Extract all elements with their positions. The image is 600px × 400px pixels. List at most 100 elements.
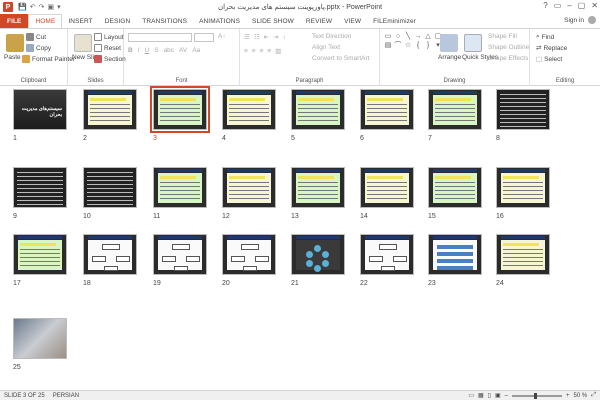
tab-file[interactable]: FILE — [0, 14, 29, 28]
columns-icon[interactable]: ▥ — [275, 47, 281, 55]
paste-icon[interactable] — [6, 34, 24, 52]
slide-thumbnail[interactable] — [428, 167, 482, 208]
start-slideshow-icon[interactable]: ▣ — [47, 3, 54, 11]
zoom-slider[interactable] — [511, 392, 562, 399]
reset-button[interactable]: Reset — [94, 44, 121, 52]
avatar[interactable] — [588, 16, 596, 24]
arrange-button[interactable]: Arrange — [438, 54, 461, 61]
font-size-box[interactable] — [194, 33, 214, 42]
line-shape-icon[interactable]: ╲ — [404, 33, 412, 40]
text-box-icon[interactable]: ▤ — [384, 42, 392, 49]
slide-thumbnail[interactable] — [83, 234, 137, 275]
slide-thumbnail[interactable] — [222, 167, 276, 208]
underline-icon[interactable]: U — [145, 47, 150, 54]
tab-fileminimizer[interactable]: FILEminimizer — [367, 14, 422, 28]
slide-thumbnail[interactable] — [83, 167, 137, 208]
arrange-icon[interactable] — [440, 34, 458, 52]
bold-icon[interactable]: B — [128, 47, 133, 54]
minimize-button[interactable]: – — [567, 1, 571, 10]
shape-outline-button[interactable]: Shape Outline — [488, 44, 529, 51]
new-slide-icon[interactable] — [74, 34, 92, 52]
slide-thumbnail[interactable]: سیستم‌های مدیریت بحران — [13, 89, 67, 130]
quick-styles-icon[interactable] — [464, 34, 482, 52]
customize-qat-icon[interactable]: ▾ — [57, 3, 61, 11]
convert-smartart-button[interactable]: Convert to SmartArt — [312, 55, 369, 62]
increase-indent-icon[interactable]: ⇥ — [273, 33, 278, 41]
slide-thumbnail[interactable] — [83, 89, 137, 130]
reading-view-icon[interactable]: ▯ — [488, 392, 491, 399]
decrease-indent-icon[interactable]: ⇤ — [264, 33, 269, 41]
slide-thumbnail[interactable] — [360, 89, 414, 130]
help-button[interactable]: ? — [543, 1, 547, 10]
line-spacing-icon[interactable]: ↕ — [283, 34, 286, 41]
text-direction-button[interactable]: Text Direction — [312, 33, 351, 40]
char-spacing-icon[interactable]: AV — [179, 47, 187, 54]
bullets-icon[interactable]: ☰ — [244, 33, 250, 41]
numbering-icon[interactable]: ☷ — [254, 33, 260, 41]
slide-thumbnail[interactable] — [496, 234, 550, 275]
copy-button[interactable]: Copy — [26, 44, 51, 52]
align-left-icon[interactable]: ≡ — [244, 48, 248, 55]
grow-font-icon[interactable]: A↑ — [218, 33, 226, 40]
italic-icon[interactable]: I — [138, 47, 140, 54]
ribbon-display-button[interactable]: ▭ — [554, 1, 562, 10]
section-button[interactable]: Section — [94, 55, 126, 63]
slideshow-view-icon[interactable]: ▣ — [495, 392, 501, 399]
language-indicator[interactable]: PERSIAN — [53, 393, 79, 399]
arrow-shape-icon[interactable]: → — [414, 33, 422, 40]
replace-button[interactable]: ⇄ Replace — [536, 44, 567, 53]
tab-design[interactable]: DESIGN — [99, 14, 137, 28]
align-text-button[interactable]: Align Text — [312, 44, 340, 51]
powerpoint-app-icon[interactable]: P — [3, 2, 13, 12]
brace-close-shape-icon[interactable]: } — [424, 42, 432, 49]
tab-view[interactable]: VIEW — [338, 14, 367, 28]
slide-sorter-icon[interactable]: ▦ — [478, 392, 484, 399]
zoom-slider-thumb[interactable] — [533, 392, 537, 399]
align-right-icon[interactable]: ≡ — [260, 48, 264, 55]
shape-effects-button[interactable]: Shape Effects — [488, 55, 528, 62]
triangle-shape-icon[interactable]: △ — [424, 33, 432, 40]
tab-home[interactable]: HOME — [28, 14, 63, 28]
shape-fill-button[interactable]: Shape Fill — [488, 33, 517, 40]
slide-thumbnail[interactable] — [360, 234, 414, 275]
slide-thumbnail[interactable] — [13, 318, 67, 359]
find-button[interactable]: ⌕ Find — [536, 33, 554, 41]
slide-thumbnail[interactable] — [291, 89, 345, 130]
oval-shape-icon[interactable]: ○ — [394, 33, 402, 40]
slide-thumbnail[interactable] — [153, 167, 207, 208]
shadow-icon[interactable]: S — [154, 47, 158, 54]
redo-icon[interactable]: ↷ — [39, 3, 45, 11]
tab-slide-show[interactable]: SLIDE SHOW — [246, 14, 300, 28]
save-icon[interactable]: 💾 — [18, 3, 27, 11]
slide-thumbnail[interactable] — [291, 167, 345, 208]
curve-shape-icon[interactable]: ⌒ — [394, 42, 402, 49]
paste-button[interactable]: Paste — [4, 54, 21, 61]
align-center-icon[interactable]: ≡ — [252, 48, 256, 55]
zoom-in-icon[interactable]: + — [566, 393, 570, 399]
rectangle-shape-icon[interactable]: ▭ — [384, 33, 392, 40]
cut-button[interactable]: Cut — [26, 33, 46, 41]
tab-animations[interactable]: ANIMATIONS — [193, 14, 246, 28]
slide-thumbnail[interactable] — [360, 167, 414, 208]
slide-thumbnail[interactable] — [222, 234, 276, 275]
change-case-icon[interactable]: Aa — [192, 47, 200, 54]
slide-thumbnail[interactable] — [291, 234, 345, 275]
close-button[interactable]: ✕ — [591, 1, 598, 10]
tab-insert[interactable]: INSERT — [62, 14, 98, 28]
strikethrough-icon[interactable]: abc — [164, 47, 174, 54]
sign-in-label[interactable]: Sign in — [564, 17, 584, 24]
justify-icon[interactable]: ≡ — [267, 48, 271, 55]
brace-shape-icon[interactable]: { — [414, 42, 422, 49]
slide-thumbnail[interactable] — [13, 167, 67, 208]
slide-thumbnail[interactable] — [428, 89, 482, 130]
slide-thumbnail[interactable] — [13, 234, 67, 275]
zoom-level[interactable]: 50 % — [574, 393, 588, 399]
select-button[interactable]: ⬚ Select — [536, 55, 562, 64]
undo-icon[interactable]: ↶ — [30, 3, 36, 11]
fit-to-window-icon[interactable]: ⤢ — [591, 392, 596, 399]
zoom-out-icon[interactable]: – — [505, 393, 508, 399]
shapes-gallery[interactable]: ▭ ○ ╲ → △ ▢ ▤ ⌒ ☆{} ▾ — [384, 33, 442, 49]
maximize-button[interactable]: ▢ — [578, 1, 586, 10]
slide-thumbnail[interactable] — [153, 234, 207, 275]
slide-thumbnail[interactable] — [496, 167, 550, 208]
